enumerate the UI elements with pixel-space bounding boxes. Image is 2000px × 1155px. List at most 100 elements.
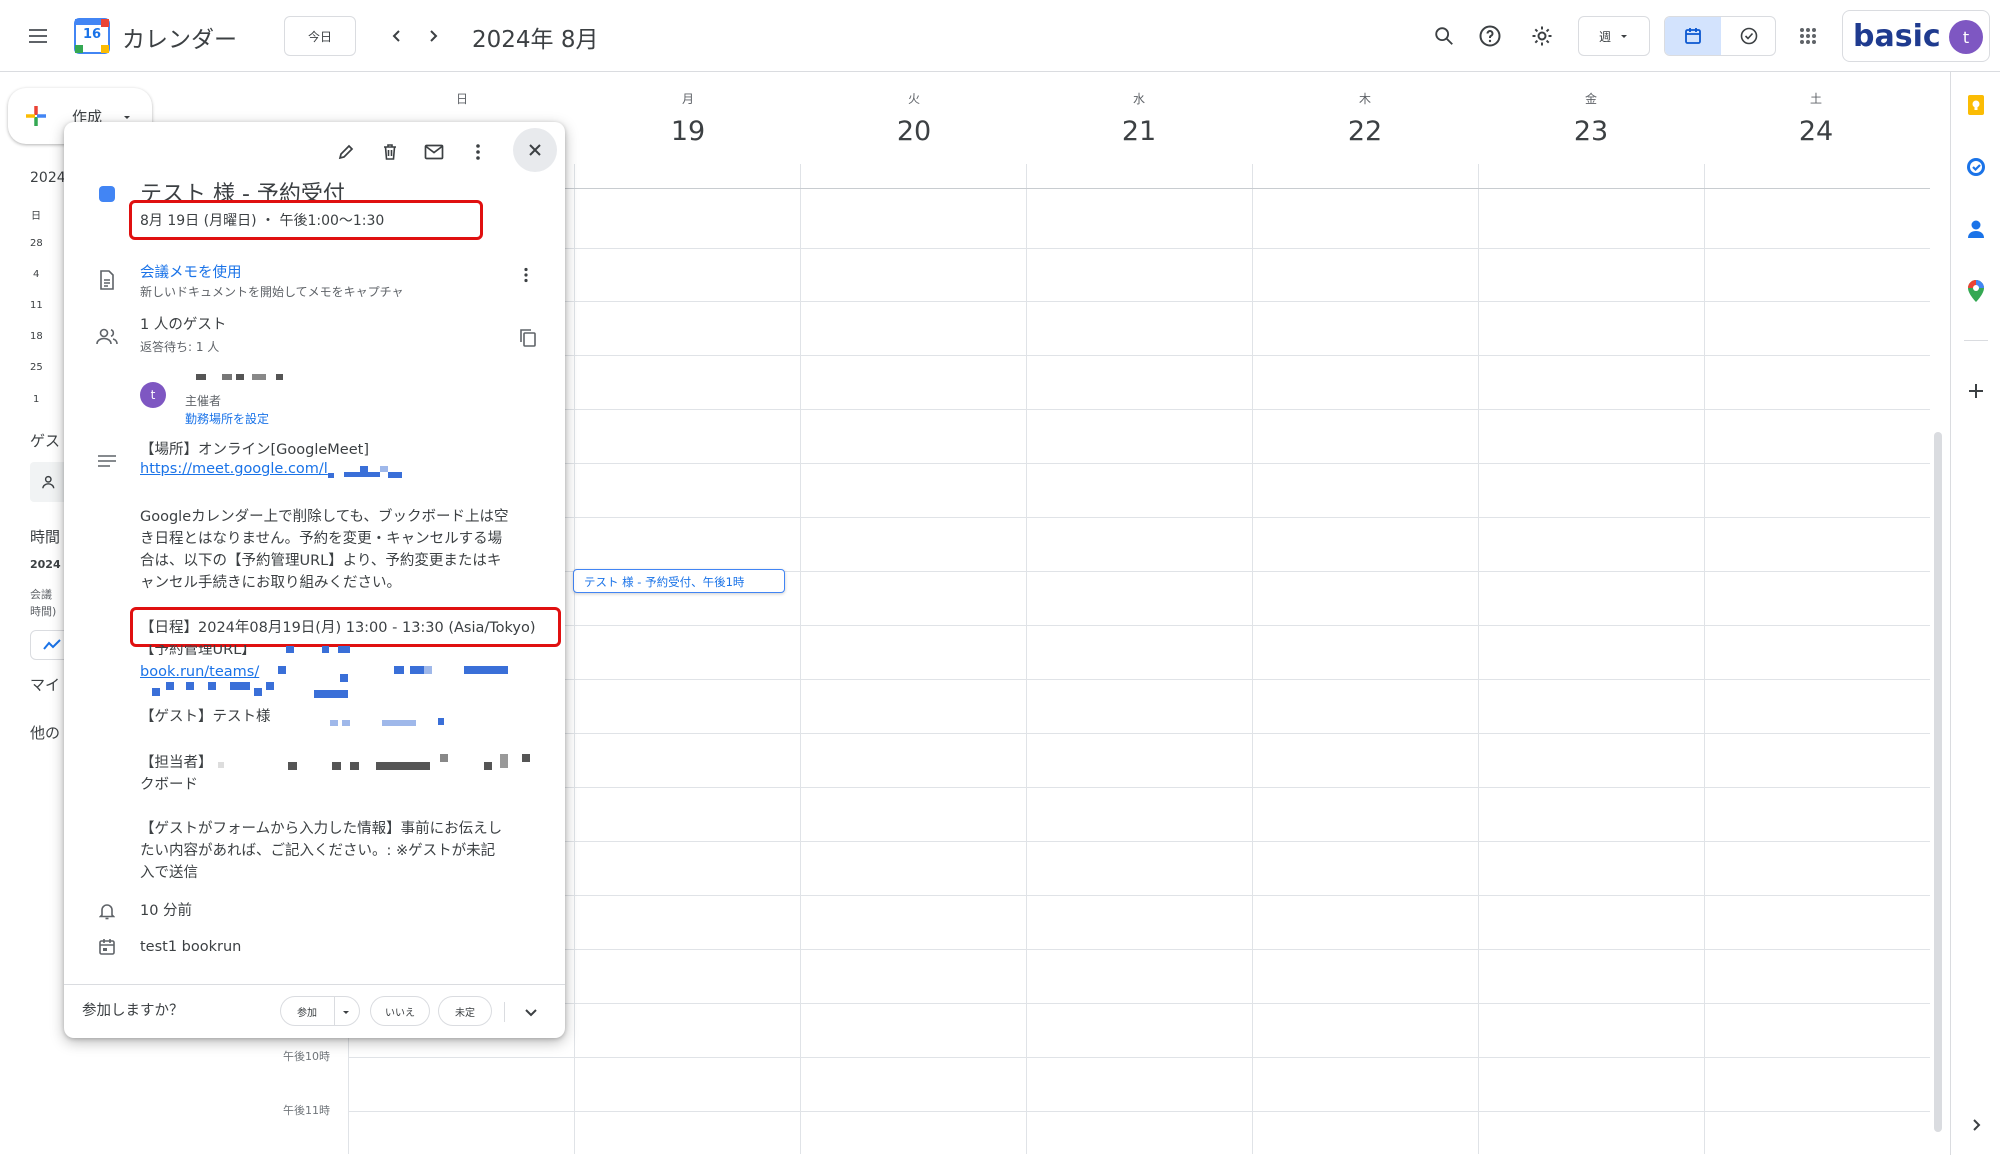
calendar-logo[interactable]: 16: [74, 18, 110, 54]
top-bar: 16 カレンダー 今日 2024年 8月 週 basic t: [0, 0, 2000, 72]
add-addon-button[interactable]: [1961, 376, 1991, 406]
redacted-text: [330, 720, 338, 726]
chevron-down-icon: [525, 1009, 537, 1017]
event-color-swatch: [99, 186, 115, 202]
rsvp-split-divider: [334, 997, 335, 1025]
redacted-text: [278, 666, 286, 674]
view-selector[interactable]: 週: [1578, 16, 1650, 56]
redacted-text: [196, 374, 206, 380]
grid-line: [1704, 164, 1705, 1154]
grid-line: [348, 1111, 1930, 1112]
people-icon: [96, 328, 118, 345]
rsvp-maybe-button[interactable]: 未定: [438, 996, 492, 1026]
help-button[interactable]: [1472, 18, 1508, 54]
tasks-button[interactable]: [1961, 152, 1991, 182]
redacted-text: [410, 666, 424, 674]
rsvp-divider: [64, 984, 565, 985]
calendar-icon: [1685, 28, 1701, 44]
prev-week-button[interactable]: [382, 20, 412, 52]
day-number-fri[interactable]: 23: [1551, 116, 1631, 147]
apps-button[interactable]: [1790, 18, 1826, 54]
event-chip[interactable]: テスト 様 - 予約受付、午後1時: [573, 569, 785, 593]
today-button[interactable]: 今日: [284, 16, 356, 56]
day-name-tue: 火: [907, 92, 920, 106]
day-number-sat[interactable]: 24: [1776, 116, 1856, 147]
task-check-icon: [1740, 27, 1758, 45]
caret-down-icon[interactable]: [342, 1008, 350, 1016]
rsvp-question: 参加しますか？: [82, 1003, 184, 1019]
redacted-text: [222, 374, 232, 380]
rsvp-no-button[interactable]: いいえ: [370, 996, 430, 1026]
use-meeting-notes-link[interactable]: 会議メモを使用: [140, 261, 242, 282]
grid-line: [348, 895, 1930, 896]
day-number-tue[interactable]: 20: [874, 116, 954, 147]
edit-event-button[interactable]: [330, 136, 362, 168]
redacted-text: [266, 682, 274, 690]
redacted-text: [394, 666, 404, 674]
reminder-text: 10 分前: [140, 903, 193, 919]
redacted-text: [340, 674, 348, 682]
chevron-left-icon: [392, 30, 400, 42]
settings-button[interactable]: [1524, 18, 1560, 54]
grid-line: [348, 517, 1930, 518]
side-panel-divider: [1964, 340, 1988, 341]
redacted-text: [382, 720, 416, 726]
grid-line: [348, 248, 1930, 249]
side-panel: [1950, 72, 2000, 1155]
main-menu-button[interactable]: [18, 18, 58, 54]
manage-url-link[interactable]: book.run/teams/: [140, 664, 259, 680]
redacted-text: [368, 472, 380, 477]
next-week-button[interactable]: [418, 20, 448, 52]
day-name-sat: 土: [1809, 92, 1822, 106]
close-popup-button[interactable]: [513, 128, 557, 172]
redacted-text: [254, 688, 262, 696]
highlight-datetime: [129, 200, 483, 240]
delete-event-button[interactable]: [374, 136, 406, 168]
day-number-mon[interactable]: 19: [648, 116, 728, 147]
redacted-text: [332, 762, 341, 770]
maps-pin-icon: [1968, 280, 1984, 302]
plus-icon: [1969, 384, 1983, 398]
account-button[interactable]: basic t: [1842, 10, 1990, 62]
desc-para1-line2: き日程とはなりません。予約を変更・キャンセルする場: [140, 531, 503, 547]
grid-line: [348, 625, 1930, 626]
set-work-location-link[interactable]: 勤務場所を設定: [185, 410, 269, 427]
keep-button[interactable]: [1961, 90, 1991, 120]
copy-guests-button[interactable]: [514, 324, 542, 352]
meet-link[interactable]: https://meet.google.com/l: [140, 461, 328, 477]
expand-rsvp-button[interactable]: [516, 998, 546, 1026]
notes-options-button[interactable]: [514, 260, 538, 290]
redacted-text: [208, 682, 216, 690]
day-name-sun: 日: [455, 92, 468, 106]
maps-button[interactable]: [1961, 276, 1991, 306]
redacted-text: [388, 472, 402, 478]
guest-avatar: t: [140, 382, 166, 408]
expand-panel-button[interactable]: [1961, 1110, 1991, 1140]
event-chip-label: テスト 様 - 予約受付、午後1時: [584, 575, 745, 589]
day-number-wed[interactable]: 21: [1099, 116, 1179, 147]
copy-icon: [520, 329, 536, 347]
redacted-text: [328, 473, 334, 478]
allday-divider: [348, 188, 1930, 189]
document-icon: [100, 270, 114, 290]
view-label: 週: [1598, 29, 1611, 44]
desc-staff: 【担当者】: [140, 755, 213, 771]
grid-line: [348, 733, 1930, 734]
chevron-right-icon: [1973, 1119, 1981, 1131]
contacts-button[interactable]: [1961, 214, 1991, 244]
time-label: 午後11時: [283, 1104, 330, 1117]
rsvp-yes-button[interactable]: 参加: [280, 996, 360, 1026]
app-toggle: [1664, 16, 1776, 56]
mail-icon: [424, 144, 444, 160]
grid-scrollbar[interactable]: [1934, 432, 1942, 1132]
day-number-thu[interactable]: 22: [1325, 116, 1405, 147]
grid-line: [348, 301, 1930, 302]
tasks-view-toggle[interactable]: [1721, 17, 1775, 55]
search-button[interactable]: [1426, 18, 1462, 54]
email-guests-button[interactable]: [418, 136, 450, 168]
guest-role: 主催者: [185, 394, 222, 408]
redacted-text: [350, 762, 359, 770]
calendar-view-toggle[interactable]: [1665, 17, 1721, 55]
more-options-button[interactable]: [462, 136, 494, 168]
more-vert-icon: [476, 144, 480, 160]
